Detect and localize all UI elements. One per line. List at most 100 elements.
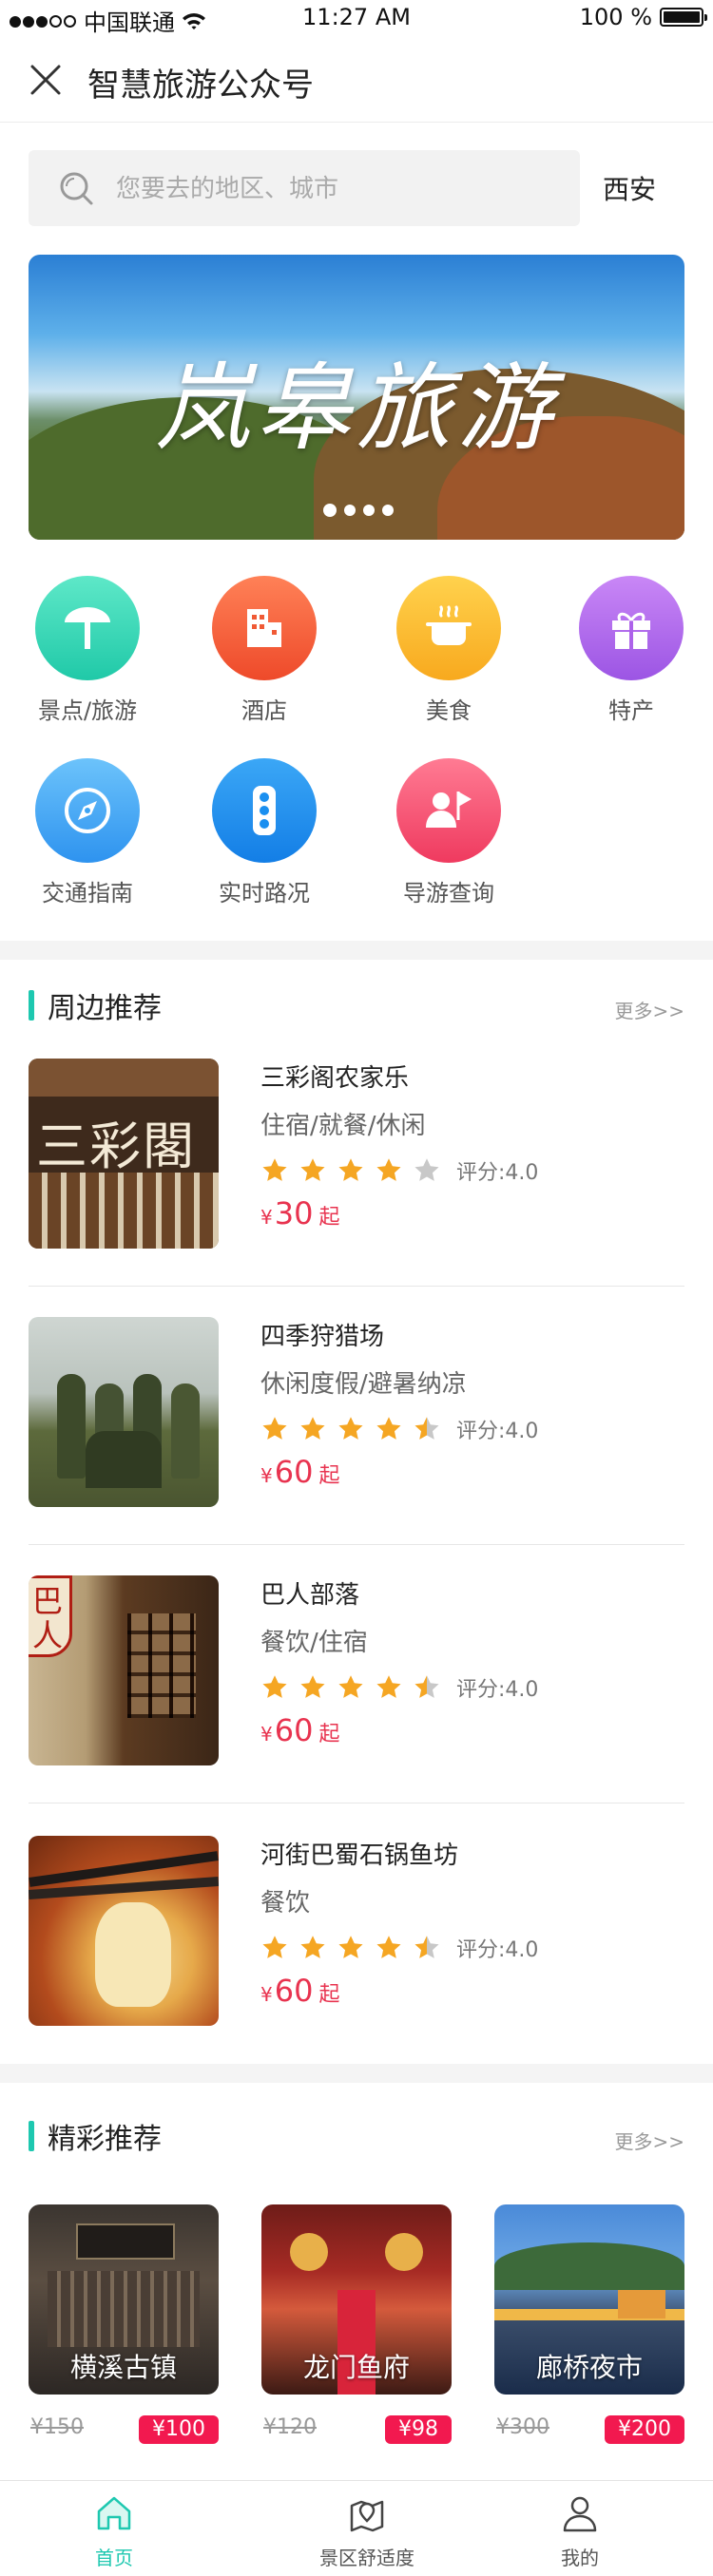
battery-percent: 100 % <box>579 4 652 30</box>
star-icon <box>300 1675 325 1698</box>
rating-stars: 评分:4.0 <box>260 1155 538 1186</box>
section-title-nearby: 周边推荐 <box>29 984 162 1026</box>
star-half-icon <box>414 1675 439 1698</box>
category-food[interactable]: 美食 <box>382 576 515 725</box>
list-divider <box>29 1544 684 1545</box>
star-icon <box>300 1936 325 1958</box>
carousel-dot[interactable] <box>344 505 356 516</box>
home-icon <box>97 2496 131 2530</box>
item-thumbnail: 巴 人 <box>29 1575 219 1765</box>
price: ¥60 起 <box>260 1973 340 2009</box>
list-item[interactable]: 巴 人 巴人部落 餐饮/住宿 评分:4.0 ¥60 起 <box>29 1575 684 1765</box>
palm-tree-icon <box>35 576 140 680</box>
item-tags: 餐饮 <box>260 1889 311 1918</box>
card-price: ¥120 ¥98 <box>261 2415 452 2444</box>
map-pin-icon <box>350 2500 384 2532</box>
score-text: 评分:4.0 <box>456 1678 539 1702</box>
category-specialty[interactable]: 特产 <box>565 576 698 725</box>
price: ¥30 起 <box>260 1195 340 1231</box>
card-price: ¥300 ¥200 <box>494 2415 684 2444</box>
featured-card[interactable]: 横溪古镇 <box>29 2204 219 2395</box>
city-selector[interactable]: 西安 <box>603 169 656 207</box>
card-label: 龙门鱼府 <box>302 2352 410 2383</box>
carousel-indicator <box>323 504 394 517</box>
more-link-featured[interactable]: 更多>> <box>614 2127 684 2154</box>
card-label: 横溪古镇 <box>69 2352 177 2383</box>
sale-price-badge: ¥98 <box>385 2415 452 2444</box>
item-name: 河街巴蜀石锅鱼坊 <box>260 1841 459 1870</box>
hotel-building-icon <box>212 576 317 680</box>
item-tags: 休闲度假/避暑纳凉 <box>260 1370 467 1399</box>
rating-stars: 评分:4.0 <box>260 1672 538 1703</box>
item-thumbnail <box>29 1317 219 1507</box>
star-icon <box>300 1417 325 1440</box>
sale-price-badge: ¥100 <box>139 2415 219 2444</box>
section-divider <box>0 941 713 960</box>
original-price: ¥300 <box>496 2415 549 2439</box>
compass-icon <box>35 758 140 863</box>
category-hotel[interactable]: 酒店 <box>198 576 331 725</box>
cooking-pot-icon <box>396 576 501 680</box>
featured-card[interactable]: 龙门鱼府 <box>261 2204 452 2395</box>
item-tags: 住宿/就餐/休闲 <box>260 1112 426 1140</box>
card-price: ¥150 ¥100 <box>29 2415 219 2444</box>
traffic-light-icon <box>212 758 317 863</box>
star-half-icon <box>414 1417 439 1440</box>
star-icon <box>262 1936 287 1958</box>
section-title-featured: 精彩推荐 <box>29 2115 162 2157</box>
score-text: 评分:4.0 <box>456 1420 539 1443</box>
search-icon <box>60 172 93 205</box>
tab-comfort[interactable]: 景区舒适度 <box>281 2492 453 2570</box>
star-icon <box>376 1417 401 1440</box>
original-price: ¥150 <box>30 2415 84 2439</box>
category-scenic[interactable]: 景点/旅游 <box>21 576 154 725</box>
category-traffic-guide[interactable]: 交通指南 <box>21 758 154 907</box>
gift-icon <box>579 576 684 680</box>
star-icon <box>300 1158 325 1181</box>
list-item[interactable]: 河街巴蜀石锅鱼坊 餐饮 评分:4.0 ¥60 起 <box>29 1836 684 2026</box>
tab-profile[interactable]: 我的 <box>494 2492 665 2570</box>
star-icon <box>376 1158 401 1181</box>
score-text: 评分:4.0 <box>456 1938 539 1962</box>
star-icon <box>376 1936 401 1958</box>
search-bar[interactable] <box>29 150 580 228</box>
score-text: 评分:4.0 <box>456 1161 539 1185</box>
signboard <box>76 2223 175 2260</box>
more-link-nearby[interactable]: 更多>> <box>614 996 684 1023</box>
search-input[interactable] <box>114 150 565 228</box>
guide-person-flag-icon <box>396 758 501 863</box>
battery-icon <box>660 8 707 27</box>
star-icon <box>338 1417 363 1440</box>
category-road-conditions[interactable]: 实时路况 <box>198 758 331 907</box>
item-name: 三彩阁农家乐 <box>260 1064 410 1093</box>
item-name: 巴人部落 <box>260 1581 360 1610</box>
rating-stars: 评分:4.0 <box>260 1414 538 1444</box>
original-price: ¥120 <box>263 2415 317 2439</box>
banner-carousel[interactable]: 岚皋旅游 <box>29 255 684 540</box>
star-icon <box>262 1158 287 1181</box>
user-icon <box>563 2496 597 2532</box>
rating-stars: 评分:4.0 <box>260 1933 538 1963</box>
close-icon[interactable] <box>27 61 65 99</box>
category-guide-search[interactable]: 导游查询 <box>382 758 515 907</box>
item-thumbnail: 三彩閣 <box>29 1059 219 1249</box>
status-bar: 中国联通 11:27 AM 100 % <box>0 0 713 38</box>
carousel-dot[interactable] <box>382 505 394 516</box>
tab-bar: 首页 景区舒适度 我的 <box>0 2480 713 2576</box>
banner-caption: 岚皋旅游 <box>155 353 558 464</box>
list-divider <box>29 1286 684 1287</box>
item-name: 四季狩猎场 <box>260 1323 385 1351</box>
card-label: 廊桥夜市 <box>535 2352 643 2383</box>
price: ¥60 起 <box>260 1454 340 1490</box>
item-tags: 餐饮/住宿 <box>260 1629 368 1657</box>
tab-home[interactable]: 首页 <box>29 2492 200 2570</box>
carousel-dot[interactable] <box>363 505 375 516</box>
carousel-dot[interactable] <box>323 504 337 517</box>
featured-card[interactable]: 廊桥夜市 <box>494 2204 684 2395</box>
list-item[interactable]: 三彩閣 三彩阁农家乐 住宿/就餐/休闲 评分:4.0 ¥30 起 <box>29 1059 684 1249</box>
star-half-icon <box>414 1936 439 1958</box>
star-icon <box>262 1675 287 1698</box>
list-item[interactable]: 四季狩猎场 休闲度假/避暑纳凉 评分:4.0 ¥60 起 <box>29 1317 684 1507</box>
navigation-bar: 智慧旅游公众号 <box>0 38 713 123</box>
sale-price-badge: ¥200 <box>605 2415 684 2444</box>
